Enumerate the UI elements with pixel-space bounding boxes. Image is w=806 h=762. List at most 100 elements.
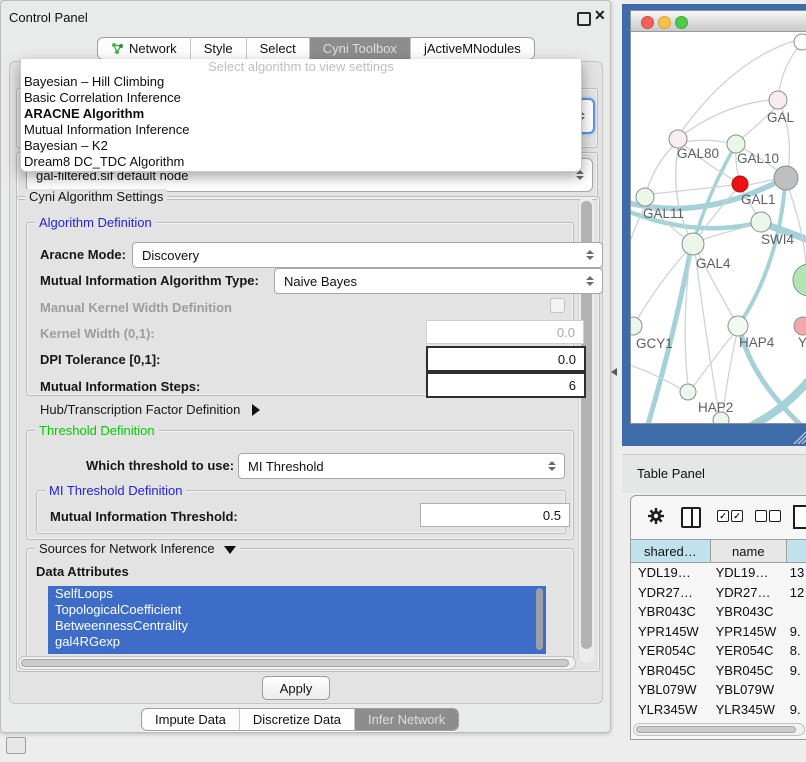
attribute-list-item[interactable]: SelfLoops (48, 586, 546, 602)
mi-type-combo[interactable]: Naive Bayes (274, 268, 603, 294)
dropdown-item[interactable]: Basic Correlation Inference (21, 90, 581, 106)
collapsed-panel-button[interactable] (6, 737, 26, 754)
table-cell[interactable]: YBL079W (709, 680, 783, 700)
network-edge[interactable] (684, 100, 771, 134)
table-cell[interactable]: YDL19… (709, 563, 783, 583)
table-cell[interactable]: YER054C (631, 641, 709, 661)
table-row[interactable]: YBL079WYBL079W (631, 680, 806, 700)
export-table-icon[interactable] (793, 505, 806, 529)
table-cell[interactable]: 13 (783, 563, 806, 583)
float-window-icon[interactable] (577, 12, 591, 26)
table-cell[interactable]: YDR27… (631, 583, 709, 603)
table-cell[interactable]: YBR045C (709, 661, 783, 681)
network-node-gal1[interactable] (732, 176, 748, 192)
table-cell[interactable] (783, 602, 806, 622)
attribute-list-item[interactable]: gal4RGexp (48, 634, 546, 650)
select-all-columns-icon[interactable]: ✓ (717, 510, 729, 522)
which-threshold-combo[interactable]: MI Threshold (238, 453, 565, 479)
tab-network[interactable]: Network (98, 38, 190, 59)
table-cell[interactable]: 8. (783, 641, 806, 661)
table-row[interactable]: YLR345WYLR345W9. (631, 700, 806, 720)
table-cell[interactable]: YLR345W (631, 700, 709, 720)
network-node-gal11[interactable] (636, 188, 654, 206)
table-row[interactable]: YPR145WYPR145W9. (631, 622, 806, 642)
table-row[interactable]: YBR045CYBR045C9. (631, 661, 806, 681)
table-cell[interactable]: YDR27… (709, 583, 783, 603)
table-row[interactable]: YDL19…YDL19…13 (631, 563, 806, 583)
network-edge[interactable] (651, 185, 733, 194)
network-edge[interactable] (779, 42, 802, 94)
table-cell[interactable]: YDL19… (631, 563, 709, 583)
zoom-traffic-light-icon[interactable] (675, 16, 688, 29)
attribute-list-item[interactable]: TopologicalCoefficient (48, 602, 546, 618)
unselect-all-columns-icon2[interactable] (769, 510, 781, 522)
resize-grip-icon[interactable] (790, 428, 806, 444)
table-cell[interactable]: 9. (783, 661, 806, 681)
table-cell[interactable]: YPR145W (631, 622, 709, 642)
tab-cyni-toolbox[interactable]: Cyni Toolbox (309, 38, 410, 59)
data-attributes-list[interactable]: SelfLoopsTopologicalCoefficientBetweenne… (48, 586, 546, 654)
tab-impute-data[interactable]: Impute Data (142, 709, 239, 730)
table-cell[interactable]: YBR043C (709, 602, 783, 622)
mi-threshold-field[interactable]: 0.5 (420, 503, 570, 527)
settings-horizontal-scrollbar[interactable] (18, 656, 576, 670)
table-row[interactable]: YBR043CYBR043C (631, 602, 806, 622)
table-cell[interactable]: YPR145W (709, 622, 783, 642)
table-row[interactable]: YDR27…YDR27…12 (631, 583, 806, 603)
select-all-columns-icon2[interactable]: ✓ (731, 510, 743, 522)
network-edge[interactable] (631, 364, 681, 389)
gear-icon[interactable] (647, 507, 665, 525)
scrollbar-thumb[interactable] (21, 659, 569, 667)
network-node-gal4[interactable] (682, 233, 704, 255)
minimize-traffic-light-icon[interactable] (658, 16, 671, 29)
tab-style[interactable]: Style (190, 38, 246, 59)
table-cell[interactable]: 9. (783, 622, 806, 642)
tab-select[interactable]: Select (246, 38, 309, 59)
network-node[interactable] (793, 264, 806, 296)
network-node-gcy1[interactable] (631, 317, 642, 335)
column-header[interactable]: name (711, 540, 787, 562)
network-edge[interactable] (695, 251, 719, 413)
table-cell[interactable]: 9. (783, 700, 806, 720)
dropdown-item[interactable]: ARACNE Algorithm (21, 106, 581, 122)
attribute-list-item[interactable]: BetweennessCentrality (48, 618, 546, 634)
dropdown-item[interactable]: Bayesian – Hill Climbing (21, 74, 581, 90)
table-cell[interactable] (783, 680, 806, 700)
scrollbar-thumb[interactable] (636, 726, 796, 733)
close-traffic-light-icon[interactable] (641, 16, 654, 29)
tab-jactivemnodules[interactable]: jActiveMNodules (410, 38, 534, 59)
close-icon[interactable]: ✕ (594, 7, 606, 24)
split-pane-collapse-arrow[interactable] (611, 368, 617, 376)
network-node-hap2[interactable] (680, 384, 696, 400)
network-edge[interactable] (693, 332, 735, 387)
dpi-tolerance-field[interactable]: 0.0 (426, 346, 586, 372)
network-node[interactable] (794, 34, 806, 50)
dropdown-item[interactable]: Mutual Information Inference (21, 122, 581, 138)
attributes-list-scrollbar[interactable] (535, 586, 544, 654)
network-node[interactable] (774, 166, 798, 190)
network-edge-thick[interactable] (695, 148, 734, 238)
network-node-gal[interactable] (769, 91, 787, 109)
network-node-swi4[interactable] (751, 212, 771, 232)
network-node-y[interactable] (794, 317, 806, 335)
unselect-all-columns-icon[interactable] (755, 510, 767, 522)
table-row[interactable]: YER054CYER054C8. (631, 641, 806, 661)
network-canvas[interactable]: GALGAL80GAL10GAL1GAL11SWI4GAL4GCY1HAP4YH… (631, 32, 806, 423)
network-window-titlebar[interactable] (631, 11, 806, 32)
table-cell[interactable]: YER054C (709, 641, 783, 661)
table-cell[interactable]: 12 (783, 583, 806, 603)
apply-button[interactable]: Apply (262, 676, 330, 700)
network-edge[interactable] (683, 140, 729, 143)
aracne-mode-combo[interactable]: Discovery (132, 242, 603, 268)
dropdown-item[interactable]: Bayesian – K2 (21, 138, 581, 154)
table-cell[interactable]: YBR045C (631, 661, 709, 681)
manual-kernel-checkbox[interactable] (550, 298, 565, 313)
hub-expander[interactable]: Hub/Transcription Factor Definition (40, 402, 260, 417)
dropdown-item[interactable]: Dream8 DC_TDC Algorithm (21, 154, 581, 170)
table-cell[interactable]: YBL079W (631, 680, 709, 700)
table-cell[interactable]: YBR043C (631, 602, 709, 622)
tab-discretize-data[interactable]: Discretize Data (239, 709, 354, 730)
column-header[interactable] (787, 540, 806, 562)
network-node[interactable] (713, 412, 729, 423)
column-header[interactable]: shared… (631, 540, 711, 562)
